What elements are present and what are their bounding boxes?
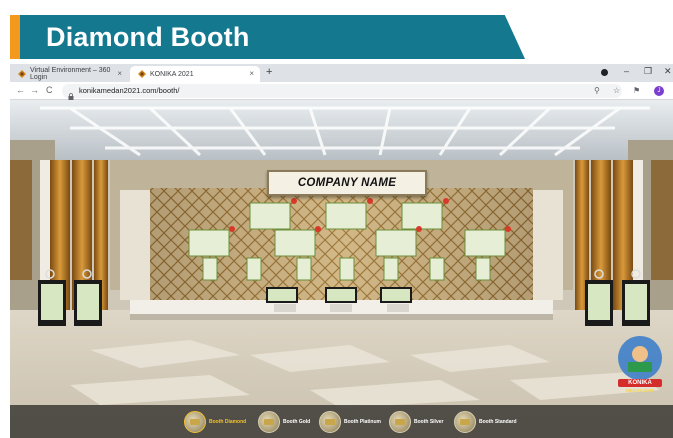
booth-nav-label: Booth Standard <box>479 419 517 425</box>
booth-thumbnail-icon <box>258 411 280 433</box>
booth-nav-label: Booth Silver <box>414 419 444 425</box>
browser-window: Virtual Environment – 360 Login × KONIKA… <box>10 64 673 438</box>
zoom-icon[interactable]: ⚲ <box>594 86 600 95</box>
tab-label: KONIKA 2021 <box>150 70 194 78</box>
minimize-button[interactable]: – <box>624 66 629 76</box>
booth-thumbnail-icon <box>184 411 206 433</box>
konika-favicon-icon <box>138 70 146 78</box>
tab-close-icon[interactable]: × <box>117 69 122 78</box>
booth-nav-silver[interactable]: Booth Silver <box>389 411 443 433</box>
booth-thumbnail-icon <box>389 411 411 433</box>
window-close-button[interactable]: ✕ <box>664 66 672 77</box>
restore-button[interactable]: ❐ <box>644 66 652 77</box>
back-button[interactable]: ← <box>16 85 25 95</box>
tab-label: Virtual Environment – 360 Login <box>30 67 111 81</box>
reload-button[interactable]: C <box>46 85 53 95</box>
record-indicator-icon <box>601 69 608 76</box>
booth-nav-gold[interactable]: Booth Gold <box>258 411 310 433</box>
booth-nav-diamond[interactable]: Booth Diamond <box>184 411 246 433</box>
booth-nav-label: Booth Platinum <box>344 419 381 425</box>
konika-logo-year: MEDAN 2021 <box>626 388 654 393</box>
browser-toolbar: ← → C konikamedan2021.com/booth/ ⚲ ☆ ⚑ J <box>10 82 673 100</box>
tab-close-icon[interactable]: × <box>249 69 254 78</box>
forward-button[interactable]: → <box>30 85 39 95</box>
banner-accent <box>10 15 20 59</box>
booth-nav-platinum[interactable]: Booth Platinum <box>319 411 381 433</box>
address-bar[interactable]: konikamedan2021.com/booth/ <box>62 84 622 100</box>
address-url: konikamedan2021.com/booth/ <box>79 86 180 95</box>
new-tab-button[interactable]: + <box>266 66 272 78</box>
booth-nav-label: Booth Diamond <box>209 419 247 425</box>
slide: Diamond Booth Virtual Environment – 360 … <box>0 0 673 438</box>
booth-thumbnail-icon <box>319 411 341 433</box>
tab-virtual-environment[interactable]: Virtual Environment – 360 Login × <box>10 66 128 82</box>
booth-navigation-bar: Booth Diamond Booth Gold Booth Platinum … <box>10 405 673 438</box>
booth-nav-label: Booth Gold <box>283 419 311 425</box>
booth-thumbnail-icon <box>454 411 476 433</box>
lock-icon <box>68 87 74 100</box>
tab-strip: Virtual Environment – 360 Login × KONIKA… <box>10 64 673 82</box>
slide-title: Diamond Booth <box>46 22 250 52</box>
booth-nav-standard[interactable]: Booth Standard <box>454 411 517 433</box>
extensions-icon[interactable]: ⚑ <box>633 86 640 95</box>
tab-konika[interactable]: KONIKA 2021 × <box>130 66 260 82</box>
company-name-sign[interactable]: COMPANY NAME <box>267 170 427 196</box>
profile-avatar[interactable]: J <box>654 86 664 96</box>
konika-favicon-icon <box>18 70 26 78</box>
title-banner: Diamond Booth <box>0 0 540 64</box>
bookmark-star-icon[interactable]: ☆ <box>613 86 620 95</box>
konika-logo-label: KONIKA <box>618 379 662 387</box>
company-name-text: COMPANY NAME <box>297 177 397 189</box>
booth-scene-illustration <box>10 100 673 438</box>
booth-viewport[interactable]: COMPANY NAME KONIKA MEDAN 2021 Booth Dia… <box>10 100 673 438</box>
